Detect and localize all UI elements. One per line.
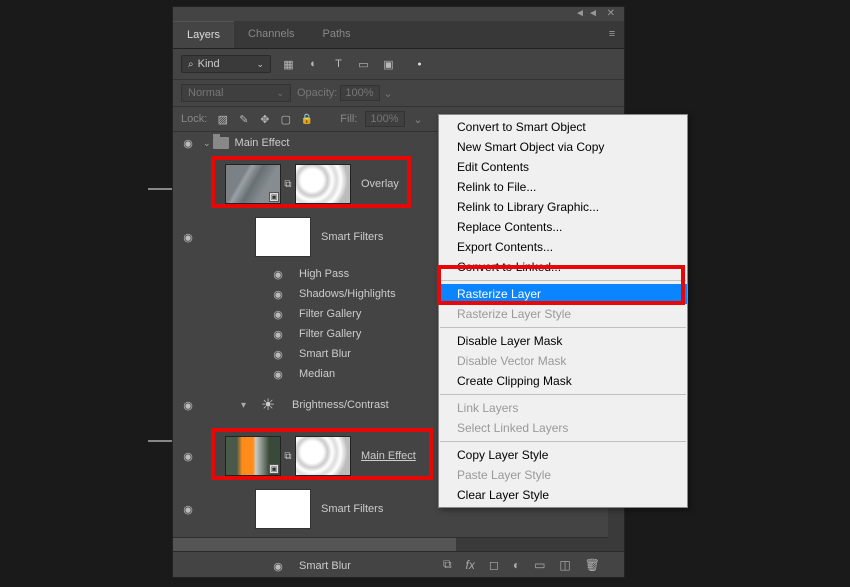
- menu-export-contents[interactable]: Export Contents...: [439, 237, 687, 257]
- menu-relink-library[interactable]: Relink to Library Graphic...: [439, 197, 687, 217]
- group-name: Main Effect: [235, 137, 290, 149]
- brightness-icon: ☀: [254, 391, 282, 419]
- menu-link-layers: Link Layers: [439, 398, 687, 418]
- lock-position-icon[interactable]: ✥: [257, 112, 272, 127]
- layer-thumbnail[interactable]: ▣: [225, 436, 281, 476]
- filter-kind-select[interactable]: ⌕ Kind ⌄: [181, 55, 271, 73]
- clipping-indicator-icon: ▾: [241, 400, 246, 411]
- menu-separator: [440, 327, 686, 328]
- filter-name: High Pass: [299, 268, 349, 280]
- menu-select-linked-layers: Select Linked Layers: [439, 418, 687, 438]
- filter-pixel-icon[interactable]: ▦: [281, 57, 296, 72]
- new-group-icon[interactable]: ▭: [534, 558, 545, 572]
- chevron-down-icon: ⌄: [276, 88, 284, 99]
- menu-separator: [440, 441, 686, 442]
- panel-header: ◄◄ ✕: [173, 7, 624, 21]
- lock-transparency-icon[interactable]: ▨: [215, 112, 230, 127]
- delete-layer-icon[interactable]: 🗑: [585, 558, 600, 572]
- layers-bottom-toolbar: ⧉ fx ◻ ◐ ▭ ◫ 🗑: [173, 551, 624, 577]
- filter-type-icon[interactable]: T: [331, 57, 346, 72]
- menu-relink-file[interactable]: Relink to File...: [439, 177, 687, 197]
- filter-shape-icon[interactable]: ▭: [356, 57, 371, 72]
- chevron-down-icon: ⌄: [256, 59, 264, 70]
- menu-separator: [440, 280, 686, 281]
- filter-adjustment-icon[interactable]: ◐: [306, 57, 321, 72]
- layer-filter-row: ⌕ Kind ⌄ ▦ ◐ T ▭ ▣ ●: [173, 49, 624, 80]
- panel-tabs: Layers Channels Paths ≡: [173, 21, 624, 49]
- fx-icon[interactable]: fx: [466, 558, 475, 572]
- visibility-toggle[interactable]: ◉: [263, 348, 293, 361]
- scrollbar-thumb[interactable]: [173, 538, 456, 551]
- menu-rasterize-layer-style: Rasterize Layer Style: [439, 304, 687, 324]
- folder-icon: [213, 137, 229, 149]
- lock-image-icon[interactable]: ✎: [236, 112, 251, 127]
- fill-input[interactable]: 100%: [365, 111, 405, 127]
- layer-thumbnail[interactable]: ▣: [225, 164, 281, 204]
- menu-disable-vector-mask: Disable Vector Mask: [439, 351, 687, 371]
- opacity-label: Opacity:: [297, 87, 337, 99]
- menu-paste-layer-style: Paste Layer Style: [439, 465, 687, 485]
- tab-layers[interactable]: Layers: [173, 21, 234, 48]
- chevron-down-icon[interactable]: ⌄: [413, 113, 422, 126]
- filter-name: Shadows/Highlights: [299, 288, 396, 300]
- blend-mode-select[interactable]: Normal ⌄: [181, 84, 291, 102]
- smart-filters-label: Smart Filters: [321, 503, 383, 515]
- link-layers-icon[interactable]: ⧉: [443, 557, 452, 572]
- smart-filters-label: Smart Filters: [321, 231, 383, 243]
- tab-paths[interactable]: Paths: [309, 21, 365, 48]
- horizontal-scrollbar[interactable]: [173, 537, 608, 551]
- filter-name: Filter Gallery: [299, 308, 361, 320]
- menu-rasterize-layer[interactable]: Rasterize Layer: [439, 284, 687, 304]
- new-adjustment-icon[interactable]: ◐: [513, 558, 520, 572]
- filter-mask-thumbnail[interactable]: [255, 217, 311, 257]
- visibility-toggle[interactable]: ◉: [263, 308, 293, 321]
- add-mask-icon[interactable]: ◻: [489, 558, 499, 572]
- opacity-input[interactable]: 100%: [340, 85, 380, 101]
- menu-new-smart-via-copy[interactable]: New Smart Object via Copy: [439, 137, 687, 157]
- filter-kind-label: Kind: [198, 58, 220, 70]
- visibility-toggle[interactable]: ◉: [263, 328, 293, 341]
- layer-context-menu: Convert to Smart Object New Smart Object…: [438, 114, 688, 508]
- lock-all-icon[interactable]: 🔒: [299, 112, 314, 127]
- visibility-toggle[interactable]: ◉: [173, 450, 203, 463]
- menu-create-clipping-mask[interactable]: Create Clipping Mask: [439, 371, 687, 391]
- visibility-toggle[interactable]: ◉: [263, 288, 293, 301]
- filter-name: Smart Blur: [299, 348, 351, 360]
- tab-channels[interactable]: Channels: [234, 21, 308, 48]
- visibility-toggle[interactable]: ◉: [173, 503, 203, 516]
- panel-menu-icon[interactable]: ≡: [600, 21, 624, 48]
- menu-separator: [440, 394, 686, 395]
- layer-name: Brightness/Contrast: [292, 399, 389, 411]
- menu-edit-contents[interactable]: Edit Contents: [439, 157, 687, 177]
- filter-name: Median: [299, 368, 335, 380]
- fill-label: Fill:: [340, 113, 357, 125]
- blend-row: Normal ⌄ Opacity: 100% ⌄: [173, 80, 624, 107]
- new-layer-icon[interactable]: ◫: [559, 558, 570, 572]
- menu-replace-contents[interactable]: Replace Contents...: [439, 217, 687, 237]
- menu-clear-layer-style[interactable]: Clear Layer Style: [439, 485, 687, 505]
- disclose-icon[interactable]: ⌄: [203, 138, 211, 149]
- visibility-toggle[interactable]: ◉: [263, 268, 293, 281]
- menu-disable-layer-mask[interactable]: Disable Layer Mask: [439, 331, 687, 351]
- menu-convert-smart-object[interactable]: Convert to Smart Object: [439, 117, 687, 137]
- search-icon: ⌕: [188, 59, 194, 70]
- menu-copy-layer-style[interactable]: Copy Layer Style: [439, 445, 687, 465]
- lock-label: Lock:: [181, 113, 207, 125]
- panel-collapse-close-icons[interactable]: ◄◄ ✕: [575, 8, 618, 19]
- menu-convert-linked[interactable]: Convert to Linked...: [439, 257, 687, 277]
- chevron-down-icon[interactable]: ⌄: [383, 87, 392, 100]
- filter-toggle-icon[interactable]: ●: [412, 57, 427, 72]
- visibility-toggle[interactable]: ◉: [173, 399, 203, 412]
- filter-smart-icon[interactable]: ▣: [381, 57, 396, 72]
- blend-mode-value: Normal: [188, 87, 223, 99]
- visibility-toggle[interactable]: ◉: [173, 137, 203, 150]
- lock-artboard-icon[interactable]: ▢: [278, 112, 293, 127]
- visibility-toggle[interactable]: ◉: [263, 368, 293, 381]
- smart-object-badge-icon: ▣: [269, 464, 279, 474]
- filter-mask-thumbnail[interactable]: [255, 489, 311, 529]
- filter-name: Filter Gallery: [299, 328, 361, 340]
- smart-object-badge-icon: ▣: [269, 192, 279, 202]
- visibility-toggle[interactable]: ◉: [173, 231, 203, 244]
